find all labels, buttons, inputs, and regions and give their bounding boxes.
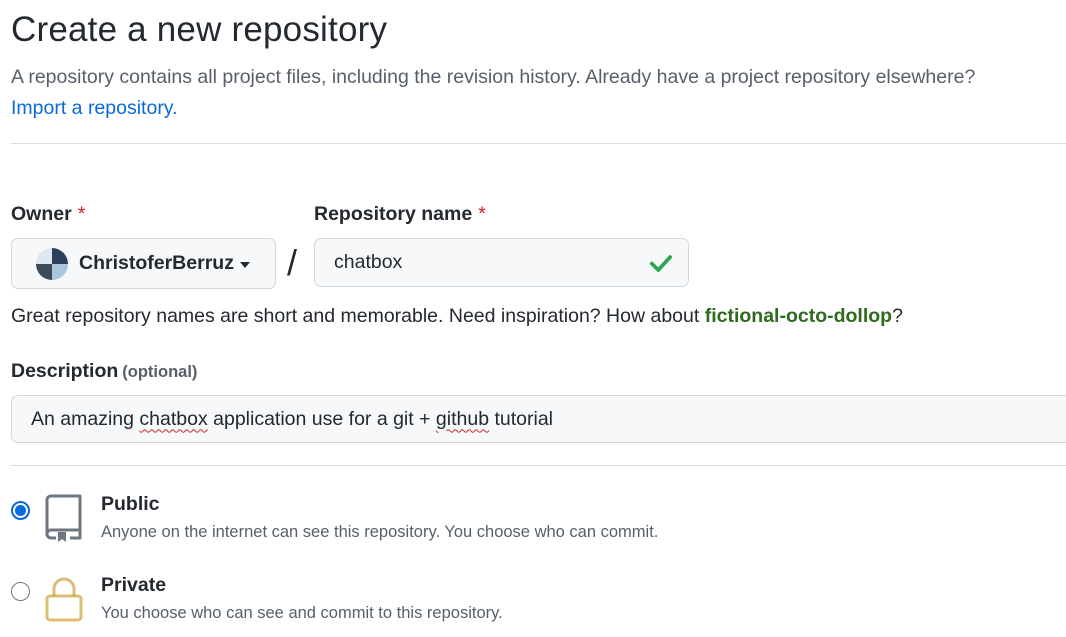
divider — [11, 465, 1066, 466]
description-text-part: tutorial — [489, 407, 553, 430]
public-option-title: Public — [101, 493, 160, 515]
repo-name-hint: Great repository names are short and mem… — [11, 305, 903, 328]
description-value: An amazing chatbox application use for a… — [31, 408, 553, 431]
private-option-title: Private — [101, 574, 167, 596]
public-radio[interactable] — [11, 501, 30, 520]
description-misspelled-word: github — [435, 407, 490, 430]
description-text-part: application use for a git + — [207, 407, 436, 430]
private-radio[interactable] — [11, 582, 30, 601]
owner-repo-separator: / — [287, 242, 298, 283]
description-input[interactable]: An amazing chatbox application use for a… — [11, 395, 1066, 443]
import-repository-link[interactable]: Import a repository. — [11, 93, 1061, 124]
description-misspelled-word: chatbox — [139, 407, 208, 430]
private-option-description: You choose who can see and commit to thi… — [101, 604, 503, 622]
owner-name: ChristoferBerruz — [79, 252, 234, 274]
optional-hint: (optional) — [122, 363, 198, 381]
repo-name-value: chatbox — [334, 251, 403, 273]
owner-label: Owner * — [11, 203, 85, 226]
required-mark: * — [478, 203, 486, 225]
avatar — [36, 247, 68, 280]
hint-prefix: Great repository names are short and mem… — [11, 305, 705, 327]
repo-icon — [45, 494, 82, 542]
lock-icon — [45, 577, 83, 622]
description-text-part: An amazing — [31, 407, 140, 430]
repo-name-input[interactable]: chatbox — [314, 238, 689, 287]
hint-suffix: ? — [892, 305, 903, 327]
repo-name-label: Repository name * — [314, 203, 486, 226]
page-title: Create a new repository — [11, 10, 388, 49]
repo-name-label-text: Repository name — [314, 203, 473, 225]
name-suggestion[interactable]: fictional-octo-dollop — [705, 305, 892, 327]
required-mark: * — [77, 203, 86, 225]
divider — [11, 143, 1066, 144]
caret-down-icon — [239, 261, 250, 268]
description-label-text: Description — [11, 360, 119, 382]
owner-label-text: Owner — [11, 203, 72, 225]
subtitle-text: A repository contains all project files,… — [11, 66, 976, 88]
check-icon — [649, 254, 673, 272]
description-label: Description (optional) — [11, 360, 197, 383]
public-option-description: Anyone on the internet can see this repo… — [101, 523, 659, 541]
owner-select-button[interactable]: ChristoferBerruz — [11, 238, 276, 289]
create-repository-page: Create a new repository A repository con… — [0, 0, 1066, 637]
page-subtitle: A repository contains all project files,… — [11, 62, 1061, 124]
